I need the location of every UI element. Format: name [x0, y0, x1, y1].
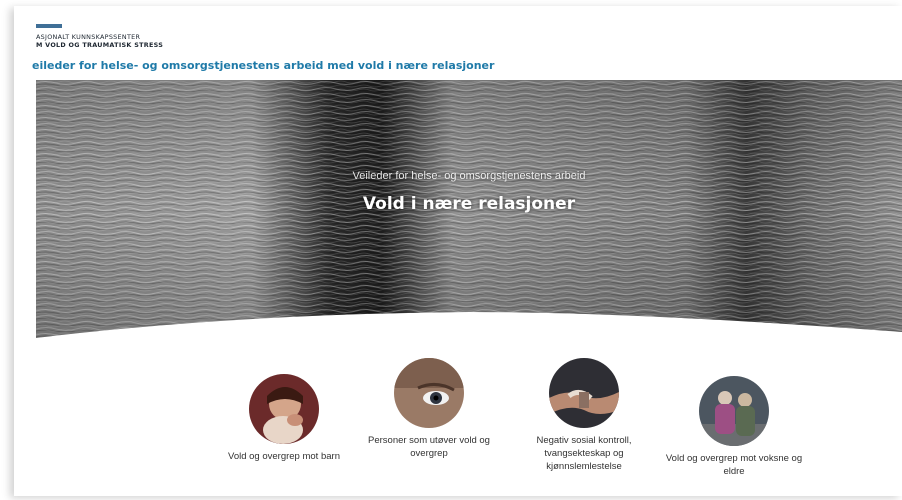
category-card-children[interactable]: Vold og overgrep mot barn	[214, 374, 354, 463]
category-list: Vold og overgrep mot barn Personer som u…	[14, 6, 902, 496]
category-image-perpetrators[interactable]	[394, 358, 464, 428]
category-label-perpetrators[interactable]: Personer som utøver vold og overgrep	[364, 434, 494, 460]
page: ASJONALT KUNNSKAPSSENTER M VOLD OG TRAUM…	[14, 6, 902, 496]
category-card-adults-elderly[interactable]: Vold og overgrep mot voksne og eldre	[664, 376, 804, 478]
category-label-adults-elderly[interactable]: Vold og overgrep mot voksne og eldre	[664, 452, 804, 478]
category-image-social-control[interactable]	[549, 358, 619, 428]
category-card-social-control[interactable]: Negativ sosial kontroll, tvangsekteskap …	[514, 358, 654, 473]
category-label-social-control[interactable]: Negativ sosial kontroll, tvangsekteskap …	[514, 434, 654, 473]
category-image-adults-elderly[interactable]	[699, 376, 769, 446]
category-card-perpetrators[interactable]: Personer som utøver vold og overgrep	[364, 358, 494, 460]
category-image-children[interactable]	[249, 374, 319, 444]
category-label-children[interactable]: Vold og overgrep mot barn	[214, 450, 354, 463]
